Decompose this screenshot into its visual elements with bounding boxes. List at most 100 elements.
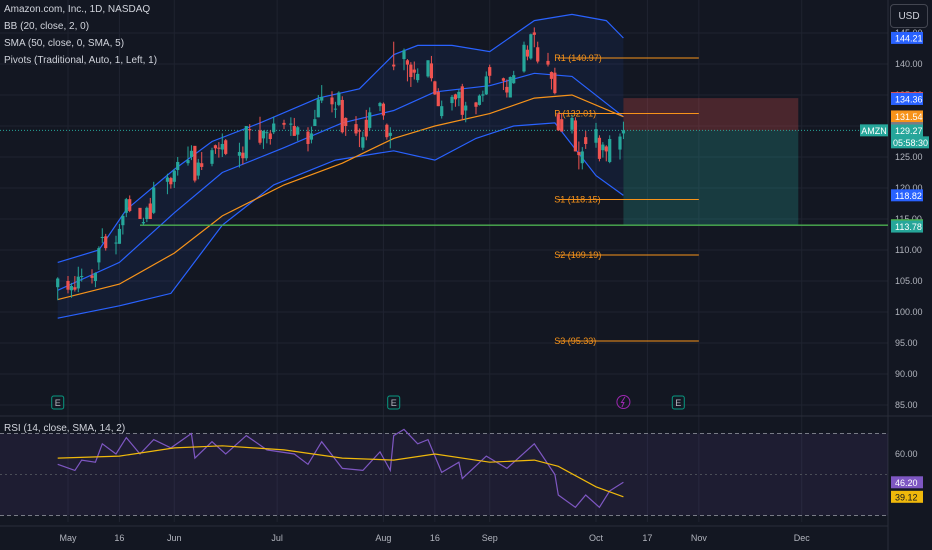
- candle-body: [210, 150, 214, 164]
- candle-body: [361, 137, 365, 148]
- candle-body: [265, 132, 269, 134]
- candle-body: [124, 199, 128, 213]
- pivot-label: S1 (118.15): [554, 194, 600, 204]
- time-axis-label: Jun: [167, 533, 182, 543]
- price-tick-label: 140.00: [895, 59, 923, 69]
- time-axis-label: 16: [430, 533, 440, 543]
- candle-body: [258, 130, 262, 143]
- time-axis-label: Oct: [589, 533, 604, 543]
- candle-body: [333, 108, 338, 110]
- pivot-label: S3 (95.33): [554, 336, 596, 346]
- currency-button[interactable]: USD: [890, 4, 928, 28]
- price-tick-label: 90.00: [895, 369, 918, 379]
- candle-body: [584, 137, 588, 144]
- time-axis-label: Aug: [375, 533, 391, 543]
- candle-body: [169, 178, 173, 185]
- candle-body: [608, 139, 612, 162]
- candle-body: [320, 96, 324, 101]
- candle-body: [337, 92, 341, 105]
- legend-title[interactable]: Amazon.com, Inc., 1D, NASDAQ: [4, 4, 150, 15]
- candle-body: [426, 60, 430, 77]
- candle-body: [546, 60, 550, 65]
- time-axis-label: Nov: [691, 533, 708, 543]
- price-badge-label: 134.36: [895, 94, 923, 104]
- candle-body: [570, 117, 574, 130]
- candle-body: [200, 163, 204, 167]
- price-badge-label: 113.78: [895, 222, 922, 232]
- pivot-label: S2 (109.19): [554, 250, 601, 260]
- chart-canvas[interactable]: R2 (154.83)R1 (140.97)P (132.01)S1 (118.…: [0, 0, 932, 550]
- candle-body: [429, 63, 434, 79]
- candle-body: [597, 137, 602, 159]
- candle-body: [193, 145, 197, 181]
- countdown-label: 05:58:30: [893, 138, 928, 148]
- price-badge-label: 131.54: [895, 112, 923, 122]
- candle-body: [176, 161, 180, 171]
- rsi-badge-label: 39.12: [895, 492, 918, 502]
- price-badge-label: 129.27: [895, 126, 923, 136]
- candle-body: [237, 152, 242, 156]
- candle-body: [529, 34, 533, 59]
- candle-body: [601, 144, 605, 151]
- candle-body: [525, 49, 530, 57]
- rsi-badge-label: 46.20: [895, 478, 918, 488]
- candle-body: [522, 44, 526, 72]
- candle-body: [409, 64, 413, 78]
- candle-body: [292, 126, 296, 136]
- candle-body: [621, 130, 626, 134]
- candle-body: [104, 236, 108, 249]
- candle-body: [224, 140, 228, 154]
- candle-body: [90, 275, 94, 278]
- candle-body: [464, 105, 468, 111]
- candle-body: [272, 123, 276, 133]
- candle-body: [436, 91, 440, 107]
- candle-body: [549, 72, 554, 79]
- candle-body: [450, 96, 454, 104]
- candle-body: [481, 94, 485, 96]
- candle-body: [128, 199, 132, 211]
- rsi-tick-label: 60.00: [895, 449, 918, 459]
- candle-body: [604, 146, 608, 152]
- candle-body: [392, 64, 396, 67]
- candle-body: [138, 207, 142, 219]
- pivot-label: P (132.01): [554, 109, 596, 119]
- pivot-label: R1 (140.97): [554, 53, 602, 63]
- candle-body: [388, 132, 392, 136]
- time-axis-label: Dec: [794, 533, 811, 543]
- candle-body: [536, 47, 540, 62]
- candle-body: [577, 152, 581, 156]
- candle-body: [80, 276, 84, 278]
- legend-bb[interactable]: BB (20, close, 2, 0): [4, 21, 89, 32]
- legend-rsi[interactable]: RSI (14, close, SMA, 14, 2): [4, 423, 125, 434]
- candle-body: [309, 133, 314, 140]
- legend-pivots[interactable]: Pivots (Traditional, Auto, 1, Left, 1): [4, 55, 157, 66]
- candle-body: [344, 117, 348, 126]
- legend-sma[interactable]: SMA (50, close, 0, SMA, 5): [4, 38, 124, 49]
- candle-body: [505, 86, 509, 93]
- candle-body: [289, 123, 293, 125]
- candle-body: [532, 32, 536, 35]
- candle-body: [114, 242, 118, 244]
- candle-body: [66, 281, 70, 290]
- symbol-tag-label: AMZN: [861, 126, 887, 136]
- candle-body: [76, 276, 80, 289]
- candle-body: [165, 177, 170, 182]
- earnings-marker-label: E: [391, 398, 397, 408]
- candle-body: [556, 114, 560, 131]
- candle-body: [244, 126, 248, 159]
- candle-body: [316, 99, 320, 118]
- candle-body: [433, 81, 437, 95]
- candle-body: [313, 119, 317, 126]
- candle-body: [553, 72, 557, 94]
- candle-body: [145, 207, 149, 219]
- candle-body: [220, 143, 224, 150]
- candle-body: [474, 102, 478, 107]
- candle-body: [340, 99, 344, 133]
- candle-body: [121, 215, 125, 226]
- candle-body: [364, 119, 368, 137]
- time-axis-label: Jul: [271, 533, 283, 543]
- time-axis-label: 17: [642, 533, 652, 543]
- time-axis-label: May: [59, 533, 77, 543]
- candle-body: [152, 187, 156, 213]
- candle-body: [368, 112, 372, 128]
